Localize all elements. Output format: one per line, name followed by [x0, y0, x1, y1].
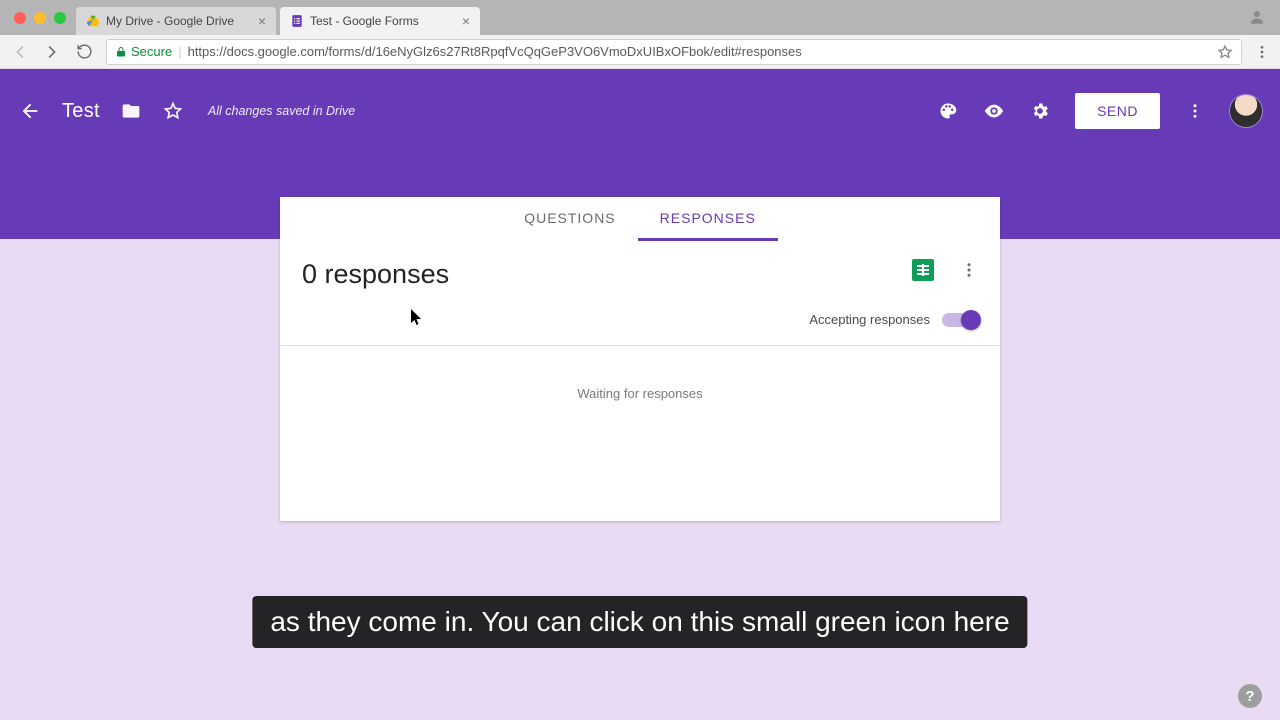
toggle-knob [961, 310, 981, 330]
bookmark-star-icon[interactable] [1217, 44, 1233, 60]
palette-icon[interactable] [937, 100, 959, 122]
settings-gear-icon[interactable] [1029, 100, 1051, 122]
forms-back-icon[interactable] [18, 99, 42, 123]
mac-window-controls [8, 0, 72, 35]
more-menu-icon[interactable] [1184, 100, 1206, 122]
profile-outline-icon[interactable] [1248, 8, 1266, 26]
browser-tab-title: Test - Google Forms [310, 14, 456, 28]
tab-close-icon[interactable]: × [258, 13, 266, 29]
create-spreadsheet-icon[interactable] [912, 259, 934, 281]
drive-favicon-icon [86, 14, 100, 28]
browser-menu-icon[interactable] [1254, 44, 1270, 60]
browser-tab-forms[interactable]: Test - Google Forms × [280, 7, 480, 35]
accepting-responses-label: Accepting responses [809, 312, 930, 327]
account-avatar[interactable] [1230, 95, 1262, 127]
mac-minimize-button[interactable] [34, 12, 46, 24]
omnibox[interactable]: Secure | https://docs.google.com/forms/d… [106, 39, 1242, 65]
nav-back-icon[interactable] [10, 42, 30, 62]
mac-close-button[interactable] [14, 12, 26, 24]
video-caption: as they come in. You can click on this s… [252, 596, 1027, 648]
help-button[interactable]: ? [1238, 684, 1262, 708]
browser-tab-title: My Drive - Google Drive [106, 14, 252, 28]
omnibox-url: https://docs.google.com/forms/d/16eNyGlz… [188, 44, 802, 59]
folder-icon[interactable] [120, 100, 142, 122]
forms-toolbar: Test All changes saved in Drive [0, 87, 1280, 135]
tab-close-icon[interactable]: × [462, 13, 470, 29]
save-status: All changes saved in Drive [208, 104, 355, 118]
star-icon[interactable] [162, 100, 184, 122]
responses-count: 0 responses [302, 259, 449, 290]
tab-responses[interactable]: RESPONSES [638, 197, 778, 241]
responses-more-icon[interactable] [960, 261, 978, 279]
forms-favicon-icon [290, 14, 304, 28]
form-title[interactable]: Test [62, 100, 100, 123]
form-tabs: QUESTIONS RESPONSES [280, 197, 1000, 241]
nav-forward-icon[interactable] [42, 42, 62, 62]
responses-card: QUESTIONS RESPONSES 0 responses Acceptin… [280, 197, 1000, 521]
waiting-text: Waiting for responses [280, 346, 1000, 521]
secure-label: Secure [131, 44, 172, 59]
browser-tab-drive[interactable]: My Drive - Google Drive × [76, 7, 276, 35]
mac-maximize-button[interactable] [54, 12, 66, 24]
send-button[interactable]: SEND [1075, 93, 1160, 129]
browser-address-bar: Secure | https://docs.google.com/forms/d… [0, 35, 1280, 69]
browser-tab-strip: My Drive - Google Drive × Test - Google … [0, 0, 1280, 35]
tab-questions[interactable]: QUESTIONS [502, 197, 637, 241]
nav-reload-icon[interactable] [74, 42, 94, 62]
accepting-responses-toggle[interactable] [942, 313, 978, 327]
preview-eye-icon[interactable] [983, 100, 1005, 122]
secure-lock-icon: Secure [115, 44, 172, 59]
